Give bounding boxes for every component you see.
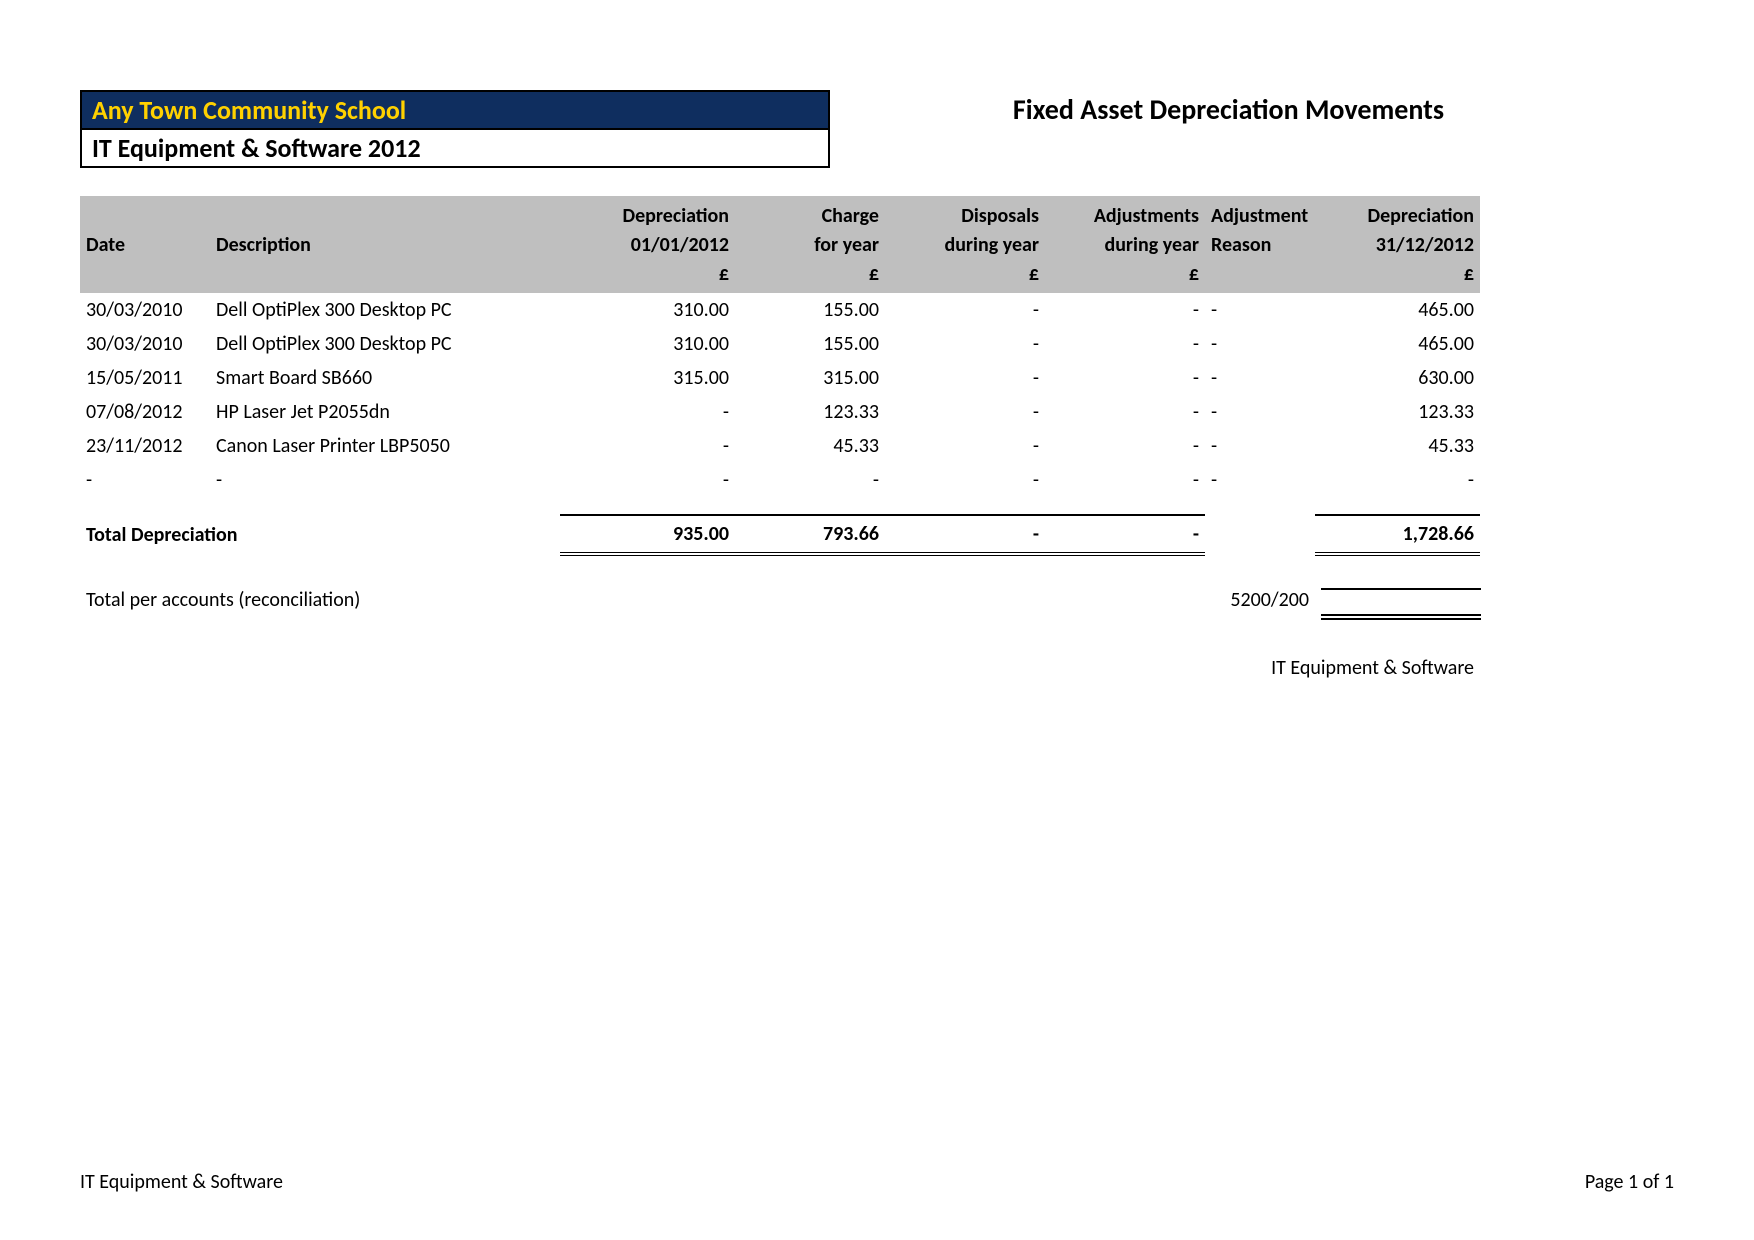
- cell-open: 310.00: [560, 327, 735, 361]
- col-reason-l2: Reason: [1205, 231, 1315, 260]
- cell-close: -: [1315, 463, 1480, 497]
- col-disposals-l2: during year: [885, 231, 1045, 260]
- cell-reason: -: [1205, 429, 1315, 463]
- currency-symbol: £: [1315, 260, 1480, 293]
- cell-open: 310.00: [560, 293, 735, 327]
- page-footer: IT Equipment & Software Page 1 of 1: [80, 1170, 1674, 1194]
- table-body: 30/03/2010Dell OptiPlex 300 Desktop PC31…: [80, 293, 1480, 497]
- table-row: 07/08/2012HP Laser Jet P2055dn-123.33---…: [80, 395, 1480, 429]
- cell-date: 07/08/2012: [80, 395, 210, 429]
- cell-open: 315.00: [560, 361, 735, 395]
- cell-disposals: -: [885, 327, 1045, 361]
- table-row: --------: [80, 463, 1480, 497]
- currency-symbol: £: [560, 260, 735, 293]
- cell-description: HP Laser Jet P2055dn: [210, 395, 560, 429]
- table-row: 30/03/2010Dell OptiPlex 300 Desktop PC31…: [80, 293, 1480, 327]
- currency-symbol: £: [735, 260, 885, 293]
- cell-date: 30/03/2010: [80, 327, 210, 361]
- totals-open: 935.00: [560, 515, 735, 554]
- col-close-l2: 31/12/2012: [1315, 231, 1480, 260]
- cell-charge: -: [735, 463, 885, 497]
- cell-reason: -: [1205, 361, 1315, 395]
- cell-open: -: [560, 463, 735, 497]
- col-open-l2: 01/01/2012: [560, 231, 735, 260]
- report-title: Fixed Asset Depreciation Movements: [1013, 90, 1674, 127]
- cell-charge: 315.00: [735, 361, 885, 395]
- totals-label: Total Depreciation: [80, 515, 560, 554]
- cell-open: -: [560, 429, 735, 463]
- reconciliation-row: Total per accounts (reconciliation) 5200…: [80, 554, 1480, 626]
- cell-open: -: [560, 395, 735, 429]
- reconciliation-account: 5200/200: [1045, 554, 1315, 626]
- cell-close: 465.00: [1315, 293, 1480, 327]
- totals-charge: 793.66: [735, 515, 885, 554]
- depreciation-table-wrap: Depreciation Charge Disposals Adjustment…: [80, 196, 1674, 680]
- school-name: Any Town Community School: [82, 92, 828, 130]
- cell-description: -: [210, 463, 560, 497]
- reconciliation-label: Total per accounts (reconciliation): [80, 554, 1045, 626]
- currency-symbol: £: [885, 260, 1045, 293]
- totals-adjustments: -: [1045, 515, 1205, 554]
- cell-disposals: -: [885, 361, 1045, 395]
- cell-close: 630.00: [1315, 361, 1480, 395]
- cell-adjustments: -: [1045, 327, 1205, 361]
- cell-disposals: -: [885, 463, 1045, 497]
- cell-date: 23/11/2012: [80, 429, 210, 463]
- cell-reason: -: [1205, 327, 1315, 361]
- cell-disposals: -: [885, 293, 1045, 327]
- table-row: 15/05/2011Smart Board SB660315.00315.00-…: [80, 361, 1480, 395]
- reconciliation-blank: [1315, 554, 1480, 626]
- cell-close: 465.00: [1315, 327, 1480, 361]
- cell-adjustments: -: [1045, 361, 1205, 395]
- cell-adjustments: -: [1045, 429, 1205, 463]
- col-open-l1: Depreciation: [560, 196, 735, 231]
- cell-adjustments: -: [1045, 395, 1205, 429]
- cell-disposals: -: [885, 429, 1045, 463]
- category-footer-label: IT Equipment & Software: [80, 656, 1480, 680]
- totals-close: 1,728.66: [1315, 515, 1480, 554]
- col-charge-l2: for year: [735, 231, 885, 260]
- totals-disposals: -: [885, 515, 1045, 554]
- cell-reason: -: [1205, 463, 1315, 497]
- category-title: IT Equipment & Software 2012: [82, 130, 828, 166]
- cell-date: 15/05/2011: [80, 361, 210, 395]
- header: Any Town Community School IT Equipment &…: [80, 90, 1674, 168]
- cell-adjustments: -: [1045, 463, 1205, 497]
- table-row: 23/11/2012Canon Laser Printer LBP5050-45…: [80, 429, 1480, 463]
- col-disposals-l1: Disposals: [885, 196, 1045, 231]
- col-adjustments-l1: Adjustments: [1045, 196, 1205, 231]
- cell-description: Canon Laser Printer LBP5050: [210, 429, 560, 463]
- cell-date: 30/03/2010: [80, 293, 210, 327]
- cell-close: 123.33: [1315, 395, 1480, 429]
- cell-charge: 155.00: [735, 293, 885, 327]
- col-charge-l1: Charge: [735, 196, 885, 231]
- cell-charge: 45.33: [735, 429, 885, 463]
- col-close-l1: Depreciation: [1315, 196, 1480, 231]
- school-box: Any Town Community School IT Equipment &…: [80, 90, 830, 168]
- totals-row: Total Depreciation 935.00 793.66 - - 1,7…: [80, 515, 1480, 554]
- cell-disposals: -: [885, 395, 1045, 429]
- cell-charge: 123.33: [735, 395, 885, 429]
- footer-right: Page 1 of 1: [1585, 1170, 1674, 1194]
- cell-description: Dell OptiPlex 300 Desktop PC: [210, 327, 560, 361]
- cell-reason: -: [1205, 293, 1315, 327]
- col-description: Description: [210, 231, 560, 260]
- footer-left: IT Equipment & Software: [80, 1170, 283, 1194]
- document-page: Any Town Community School IT Equipment &…: [0, 0, 1754, 1240]
- cell-date: -: [80, 463, 210, 497]
- cell-adjustments: -: [1045, 293, 1205, 327]
- table-row: 30/03/2010Dell OptiPlex 300 Desktop PC31…: [80, 327, 1480, 361]
- cell-description: Smart Board SB660: [210, 361, 560, 395]
- depreciation-table: Depreciation Charge Disposals Adjustment…: [80, 196, 1480, 626]
- table-header: Depreciation Charge Disposals Adjustment…: [80, 196, 1480, 293]
- cell-description: Dell OptiPlex 300 Desktop PC: [210, 293, 560, 327]
- col-reason-l1: Adjustment: [1205, 196, 1315, 231]
- cell-close: 45.33: [1315, 429, 1480, 463]
- currency-symbol: £: [1045, 260, 1205, 293]
- cell-reason: -: [1205, 395, 1315, 429]
- col-date: Date: [80, 231, 210, 260]
- cell-charge: 155.00: [735, 327, 885, 361]
- col-adjustments-l2: during year: [1045, 231, 1205, 260]
